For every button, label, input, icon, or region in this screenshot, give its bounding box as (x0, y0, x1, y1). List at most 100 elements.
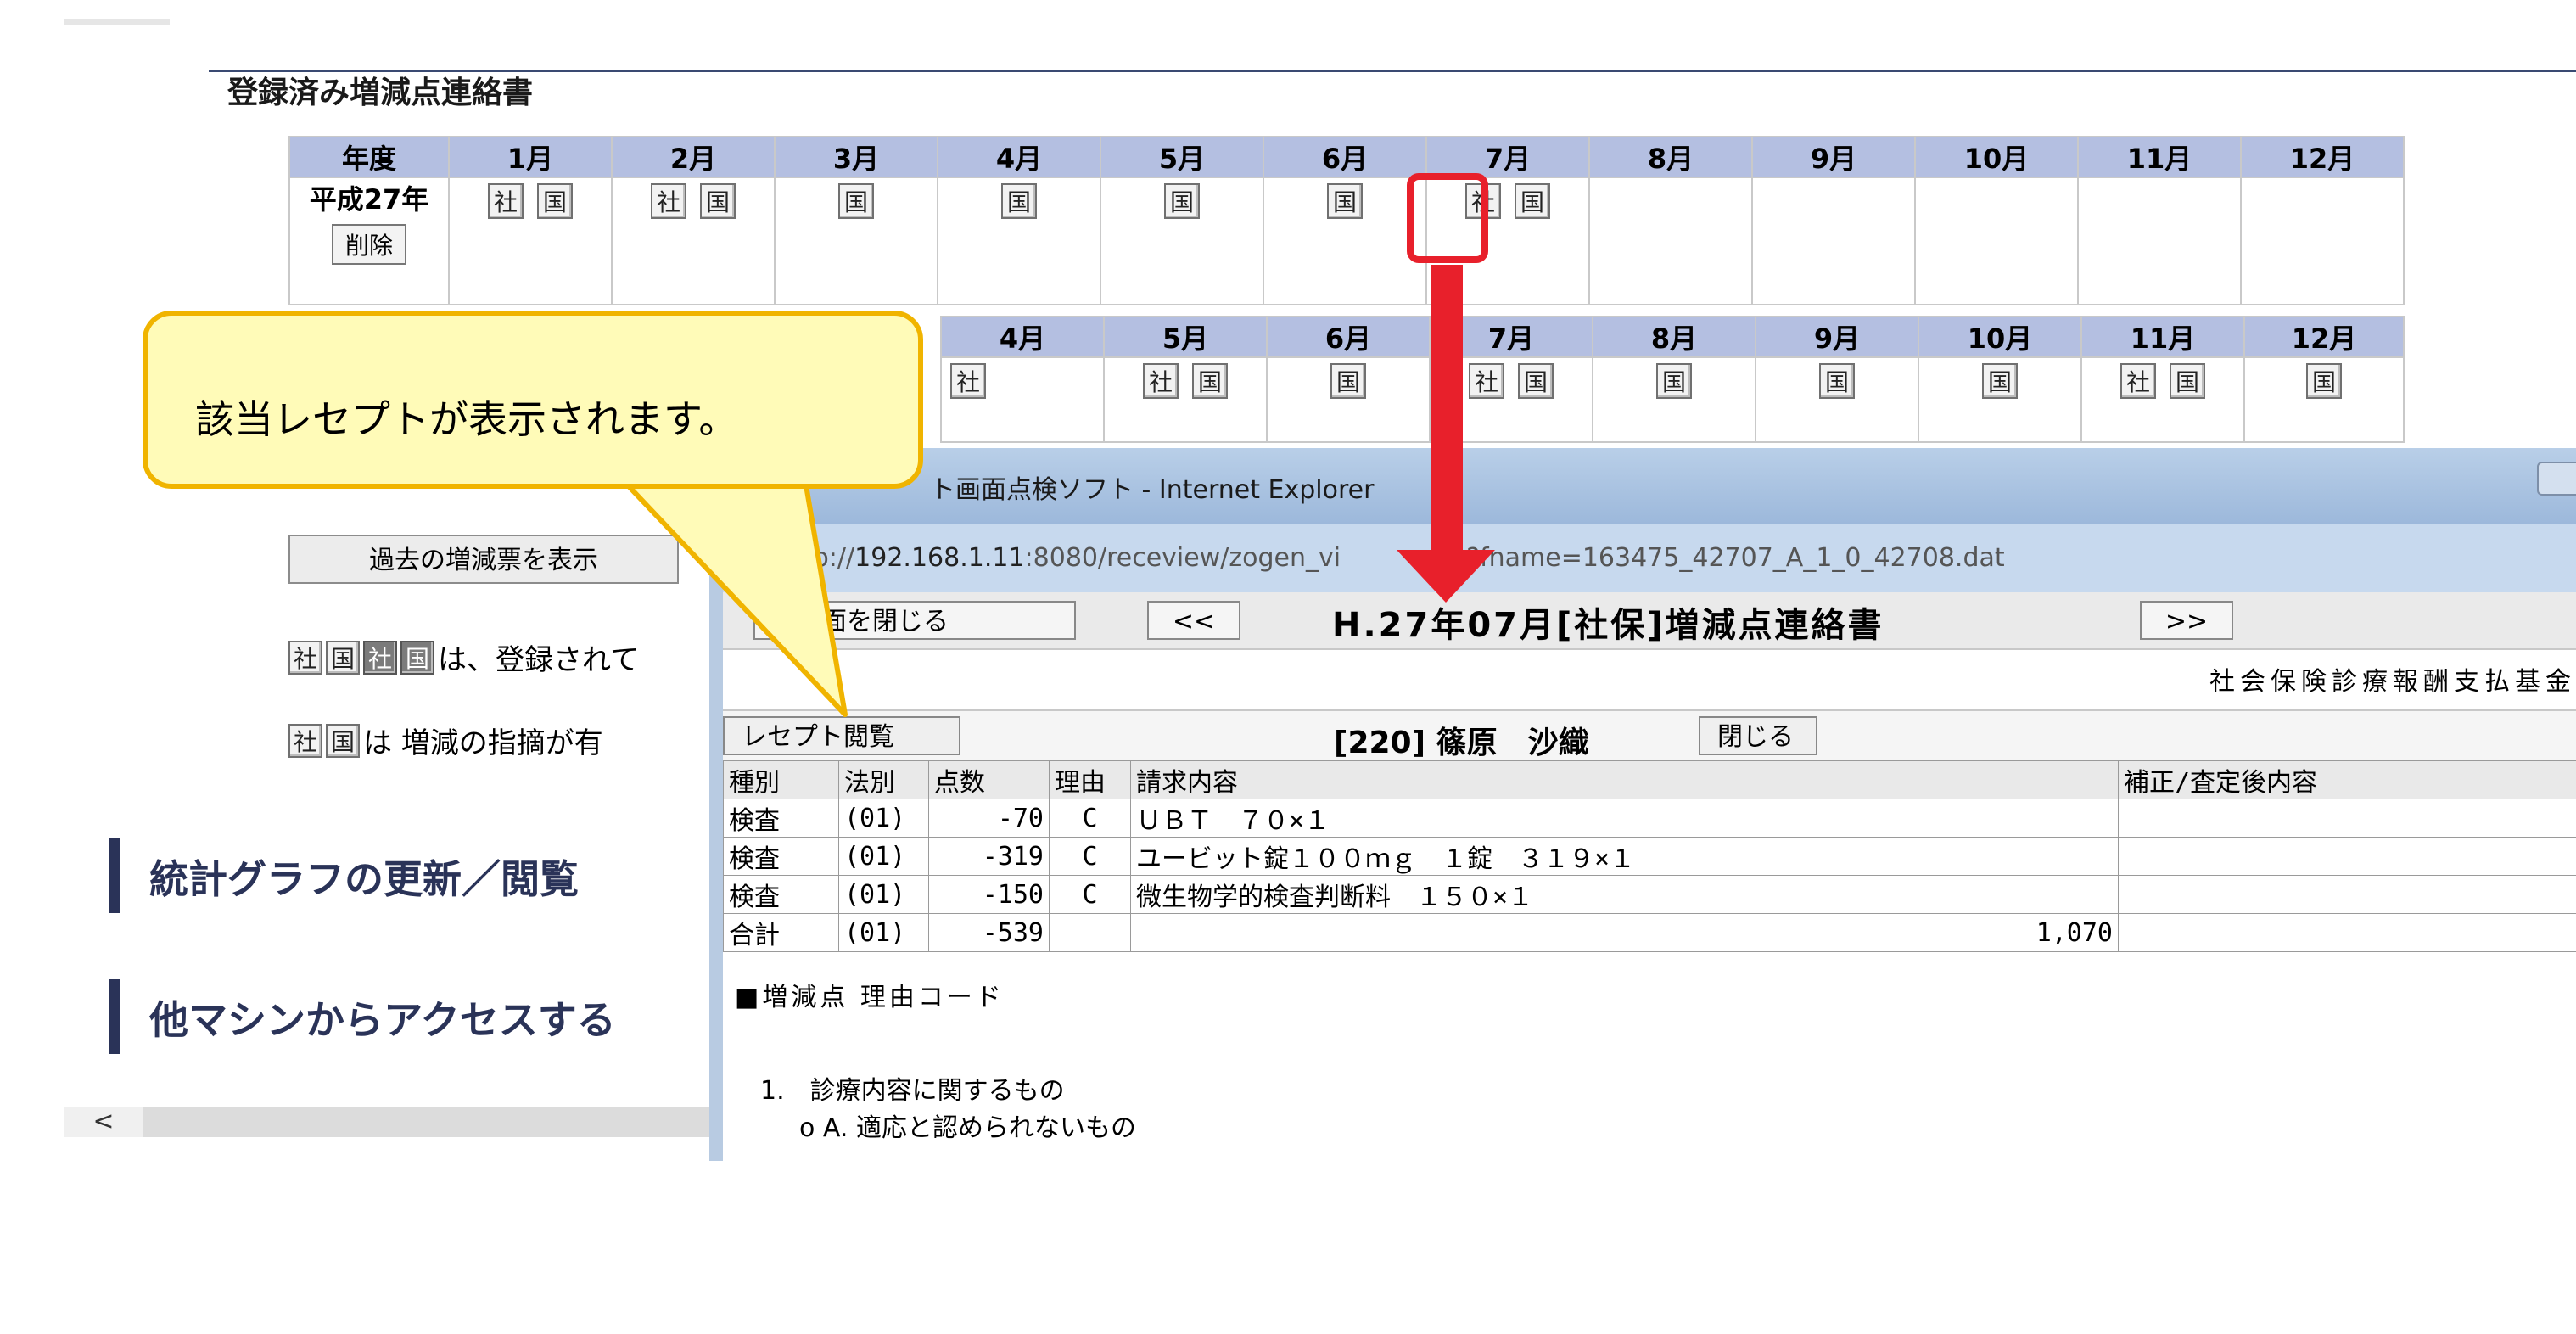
receipt-popup-window: ト画面点検ソフト - Internet Explorer tp://192.16… (709, 448, 2576, 1161)
cell-corrected (2118, 837, 2576, 876)
month-cell: 社国 (2080, 356, 2245, 443)
cell-claim: ユービット錠１００ｍｇ １錠 ３１９×１ (1130, 837, 2119, 876)
kokuho-tag[interactable]: 国 (838, 183, 874, 219)
kokuho-tag[interactable]: 国 (1164, 183, 1200, 219)
shaho-tag[interactable]: 社 (651, 183, 686, 219)
document-title: H.27年07月[社保]増減点連絡書 (1332, 606, 1884, 645)
month-header: 6月 (1263, 136, 1427, 178)
heading-bar (109, 838, 120, 913)
popup-toolbar: の画面を閉じる << H.27年07月[社保]増減点連絡書 >> (723, 592, 2576, 650)
stats-graph-heading[interactable]: 統計グラフの更新／閲覧 (149, 849, 579, 905)
popup-titlebar[interactable]: ト画面点検ソフト - Internet Explorer (709, 448, 2576, 524)
month-header: 9月 (1755, 316, 1919, 358)
kokuho-tag[interactable]: 国 (1656, 363, 1692, 399)
scroll-left-arrow[interactable]: < (64, 1107, 143, 1137)
kokuho-tag[interactable]: 国 (1982, 363, 2018, 399)
shaho-tag[interactable]: 社 (1469, 363, 1504, 399)
month-cell: 社国 (1103, 356, 1268, 443)
patient-name: [220] 篠原 沙織 (1334, 726, 1589, 760)
delete-button[interactable]: 削除 (331, 224, 406, 265)
month-cell (1751, 177, 1916, 305)
kokuho-tag[interactable]: 国 (2306, 363, 2342, 399)
kokuho-tag[interactable]: 国 (700, 183, 736, 219)
cell-points: -319 (928, 837, 1050, 876)
shaho-tag[interactable]: 社 (950, 363, 986, 399)
month-cell (1914, 177, 2079, 305)
cell-corrected (2118, 799, 2576, 838)
shaho-tag[interactable]: 社 (1143, 363, 1179, 399)
cell-corrected (2118, 913, 2576, 952)
kokuho-tag[interactable]: 国 (1327, 183, 1363, 219)
cell-claim: 微生物学的検査判断料 １５０×１ (1130, 875, 2119, 914)
month-header: 5月 (1100, 136, 1264, 178)
month-cell (2077, 177, 2242, 305)
month-header: 2月 (611, 136, 776, 178)
month-header: 11月 (2077, 136, 2242, 178)
month-cell: 国 (1266, 356, 1431, 443)
claims-header-row: 種別 法別 点数 理由 請求内容 補正/査定後内容 (723, 760, 2576, 799)
legend-pointed: 社 国 は 増減の指摘が有 (288, 720, 603, 761)
month-header: 4月 (937, 136, 1101, 178)
next-button[interactable]: >> (2140, 601, 2233, 640)
month-cell: 国 (1263, 177, 1427, 305)
kokuho-tag[interactable]: 国 (1819, 363, 1855, 399)
cell-points: -70 (928, 799, 1050, 838)
reason-item: 1. 診療内容に関するもの (760, 1076, 1065, 1106)
cell-points: -150 (928, 875, 1050, 914)
month-header-row: 4月 5月 6月 7月 8月 9月 10月 11月 12月 (940, 316, 2405, 358)
claims-table: 種別 法別 点数 理由 請求内容 補正/査定後内容 検査 (01) -70 C … (723, 760, 2576, 952)
kokuho-tag[interactable]: 国 (1330, 363, 1366, 399)
month-header: 10月 (1918, 316, 2082, 358)
kokuho-tag[interactable]: 国 (1518, 363, 1554, 399)
month-cell: 国 (1755, 356, 1919, 443)
shaho-tag[interactable]: 社 (2120, 363, 2156, 399)
kokuho-tag[interactable]: 国 (1001, 183, 1037, 219)
cell-reason (1049, 913, 1131, 952)
cell-law: (01) (838, 837, 929, 876)
address-bar[interactable]: tp://192.168.1.11:8080/receview/zogen_vi… (709, 524, 2576, 592)
month-header: 12月 (2240, 136, 2405, 178)
month-header: 4月 (940, 316, 1105, 358)
kokuho-tag[interactable]: 国 (1192, 363, 1228, 399)
month-cell: 国 (1100, 177, 1264, 305)
kokuho-tag[interactable]: 国 (1515, 183, 1550, 219)
reason-subitem: o A. 適応と認められないもの (799, 1113, 1136, 1143)
cell-corrected (2118, 875, 2576, 914)
cell-law: (01) (838, 799, 929, 838)
heading-bar (109, 979, 120, 1054)
cell-type: 検査 (723, 837, 839, 876)
registered-table-2: 4月 5月 6月 7月 8月 9月 10月 11月 12月 社 社国 国 社国 … (940, 316, 2405, 443)
month-header: 1月 (448, 136, 613, 178)
close-button[interactable]: 閉じる (1699, 716, 1817, 755)
kokuho-tag: 国 (326, 640, 360, 675)
table-row: 検査 (01) -150 C 微生物学的検査判断料 １５０×１ (723, 875, 2576, 914)
section-rule (209, 70, 2576, 72)
remote-access-heading[interactable]: 他マシンからアクセスする (149, 989, 616, 1045)
month-cell: 国 (1918, 356, 2082, 443)
arrow-down-icon (1397, 550, 1495, 603)
col-law: 法別 (838, 760, 929, 799)
kokuho-tag[interactable]: 国 (2170, 363, 2205, 399)
minimize-button[interactable] (2537, 462, 2576, 496)
patient-bar: レセプト閲覧 [220] 篠原 沙織 閉じる (723, 709, 2576, 764)
year-header: 年度 (288, 136, 450, 178)
month-header-row: 年度 1月 2月 3月 4月 5月 6月 7月 8月 9月 10月 11月 12… (288, 136, 2405, 178)
horizontal-scrollbar[interactable] (64, 1107, 743, 1137)
shaho-tag[interactable]: 社 (488, 183, 524, 219)
cell-reason: C (1049, 799, 1131, 838)
callout-pointer (624, 475, 848, 717)
cell-claim: ＵＢＴ ７０×１ (1130, 799, 2119, 838)
cell-law: (01) (838, 875, 929, 914)
table-row: 検査 (01) -319 C ユービット錠１００ｍｇ １錠 ３１９×１ (723, 837, 2576, 876)
month-cell: 国 (1592, 356, 1756, 443)
month-cell: 国 (2243, 356, 2405, 443)
kokuho-tag[interactable]: 国 (537, 183, 573, 219)
kokuho-tag: 国 (326, 723, 360, 758)
popup-title: ト画面点検ソフト - Internet Explorer (930, 475, 1375, 505)
shaho-tag: 社 (288, 723, 322, 758)
month-header: 9月 (1751, 136, 1916, 178)
cell-type: 検査 (723, 875, 839, 914)
issuer-name: 社会保険診療報酬支払基金 (2209, 667, 2576, 697)
month-header: 10月 (1914, 136, 2079, 178)
prev-button[interactable]: << (1147, 601, 1240, 640)
